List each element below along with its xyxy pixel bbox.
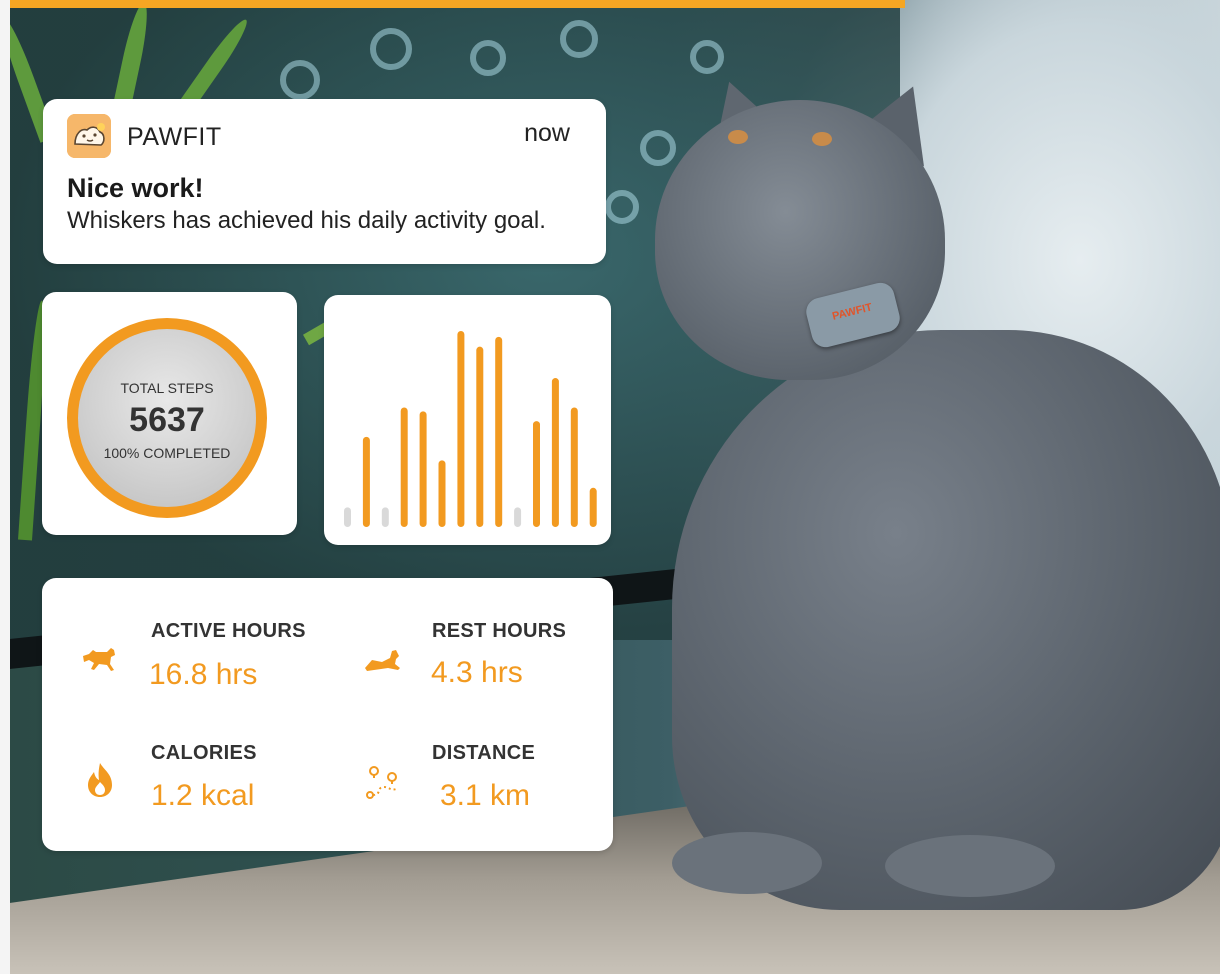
activity-bar-graph: [344, 331, 597, 527]
distance-value: 3.1 km: [440, 779, 531, 812]
activity-bar: [551, 378, 559, 527]
rest-hours-label: REST HOURS: [432, 620, 567, 642]
top-accent-bar: [10, 0, 905, 8]
bokeh-light: [280, 60, 320, 100]
activity-bar: [344, 507, 351, 527]
bokeh-light: [370, 28, 412, 70]
notification-time: now: [524, 119, 570, 147]
active-hours-value: 16.8 hrs: [149, 658, 258, 691]
activity-bar: [457, 331, 465, 527]
flame-icon: [80, 760, 120, 800]
activity-bar: [514, 507, 522, 527]
cat-eye: [812, 132, 832, 146]
notification-body: Whiskers has achieved his daily activity…: [67, 207, 546, 234]
route-map-icon: [362, 763, 402, 803]
app-name: PAWFIT: [127, 123, 222, 151]
activity-bar: [438, 460, 446, 527]
cat-eye: [728, 130, 748, 144]
activity-bar: [419, 411, 427, 527]
cat-head: [655, 100, 945, 380]
activity-bar: [400, 407, 408, 527]
cat-body: [672, 330, 1220, 910]
left-edge: [0, 0, 10, 974]
activity-stats-card[interactable]: ACTIVE HOURS 16.8 hrs REST HOURS 4.3 hrs…: [42, 578, 613, 851]
running-dog-icon: [79, 638, 119, 678]
bokeh-light: [640, 130, 676, 166]
activity-bar: [476, 346, 484, 527]
bokeh-light: [690, 40, 724, 74]
activity-bar: [381, 507, 389, 527]
activity-bar: [589, 487, 597, 527]
distance-label: DISTANCE: [432, 742, 536, 764]
activity-bar: [533, 421, 540, 527]
calories-label: CALORIES: [151, 742, 257, 764]
activity-bars-card[interactable]: [324, 295, 611, 545]
active-hours-label: ACTIVE HOURS: [151, 620, 306, 642]
steps-completion: 100% COMPLETED: [103, 445, 231, 461]
rest-hours-value: 4.3 hrs: [431, 656, 523, 689]
activity-notification[interactable]: PAWFIT now Nice work! Whiskers has achie…: [43, 99, 606, 264]
activity-bar: [570, 407, 578, 527]
steps-label: TOTAL STEPS: [120, 380, 214, 396]
collar-brand-text: PAWFIT: [831, 301, 874, 323]
cat-paw: [885, 835, 1055, 897]
bokeh-light: [470, 40, 506, 76]
steps-progress-ring: TOTAL STEPS 5637 100% COMPLETED: [67, 318, 267, 518]
notification-title: Nice work!: [67, 173, 204, 203]
steps-value: 5637: [129, 401, 205, 439]
activity-bar: [495, 336, 503, 527]
resting-dog-icon: [362, 638, 402, 678]
total-steps-card[interactable]: TOTAL STEPS 5637 100% COMPLETED: [42, 292, 297, 535]
calories-value: 1.2 kcal: [151, 779, 255, 812]
pawfit-app-icon: [67, 114, 111, 158]
cat-paw: [672, 832, 822, 894]
bokeh-light: [605, 190, 639, 224]
activity-bar: [362, 436, 370, 527]
bokeh-light: [560, 20, 598, 58]
